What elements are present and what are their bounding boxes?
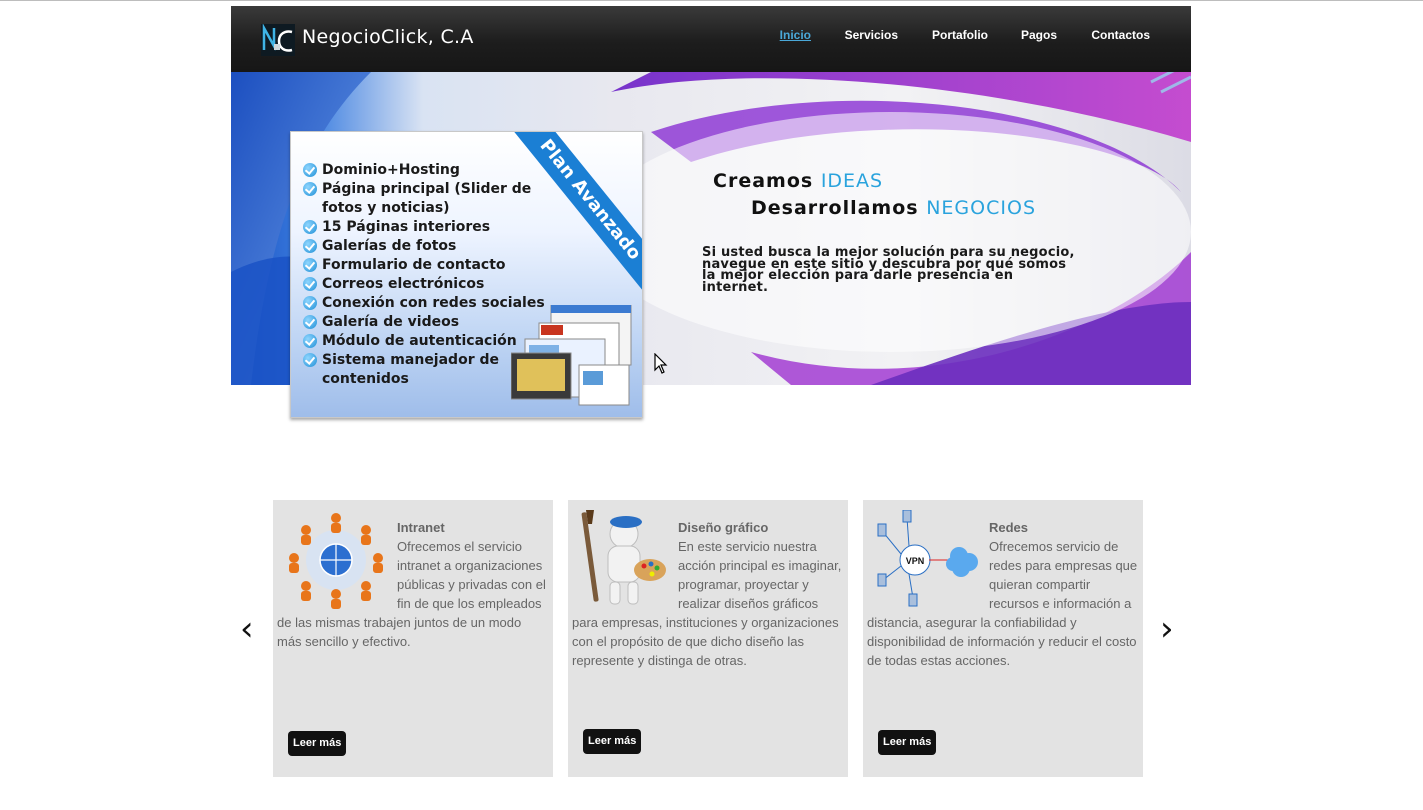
site-header: NegocioClick, C.A Inicio Servicios Porta… [231,6,1191,72]
service-card-redes: VPN Redes Ofrecemos servicio de redes pa… [863,500,1143,777]
painter-figure-icon [581,510,666,605]
plan-feature: Correos electrónicos [303,275,567,294]
logo-icon[interactable] [261,24,295,56]
check-icon [303,258,317,272]
check-icon [303,334,317,348]
service-title: Diseño gráfico [678,520,769,535]
headline-1-text: Creamos [713,170,814,192]
carousel-next-button[interactable]: › [1160,612,1174,646]
headline-1-highlight: IDEAS [820,170,884,192]
banner-headline-1: Creamos IDEAS [713,170,883,192]
service-card-content: Diseño gráfico En este servicio nuestra … [572,510,844,670]
headline-2-text: Desarrollamos [751,197,919,219]
vpn-network-icon: VPN [877,510,978,607]
check-icon [303,239,317,253]
service-title: Redes [989,520,1029,535]
intranet-people-network-icon [289,513,383,609]
plan-feature-label: Galerías de fotos [322,238,457,254]
nav-pagos[interactable]: Pagos [1021,28,1057,42]
nav-portafolio[interactable]: Portafolio [932,28,988,42]
website-screens-illustration [511,305,632,406]
check-icon [303,220,317,234]
plan-feature-label: Página principal (Slider de fotos y noti… [322,181,532,216]
carousel-prev-button[interactable]: ‹ [240,612,254,646]
plan-feature-label: Correos electrónicos [322,276,485,292]
top-border [0,0,1423,1]
check-icon [303,296,317,310]
check-icon [303,277,317,291]
plan-feature-label: Sistema manejador de contenidos [322,352,499,387]
check-icon [303,353,317,367]
read-more-button[interactable]: Leer más [288,731,347,756]
banner-headline-2: Desarrollamos NEGOCIOS [751,197,1036,219]
read-more-button[interactable]: Leer más [878,730,937,755]
plan-feature: Galerías de fotos [303,237,567,256]
plan-feature: Página principal (Slider de fotos y noti… [303,180,567,218]
read-more-button[interactable]: Leer más [583,729,642,754]
nav-inicio[interactable]: Inicio [780,28,811,42]
plan-feature-label: Formulario de contacto [322,257,506,273]
headline-2-highlight: NEGOCIOS [926,197,1037,219]
plan-feature: Formulario de contacto [303,256,567,275]
check-icon [303,315,317,329]
nav-contactos[interactable]: Contactos [1091,28,1150,42]
service-title: Intranet [397,520,445,535]
service-card-content: Intranet Ofrecemos el servicio intranet … [277,513,549,651]
plan-feature-label: 15 Páginas interiores [322,219,491,235]
service-card-content: VPN Redes Ofrecemos servicio de redes pa… [867,510,1139,670]
mouse-cursor-icon [654,353,668,374]
banner-intro-text: Si usted busca la mejor solución para su… [702,245,1075,295]
check-icon [303,182,317,196]
plan-feature-label: Dominio+Hosting [322,162,460,178]
service-card-diseno-grafico: Diseño gráfico En este servicio nuestra … [568,500,848,777]
service-card-intranet: Intranet Ofrecemos el servicio intranet … [273,500,553,777]
plan-feature-label: Galería de videos [322,314,460,330]
nav-servicios[interactable]: Servicios [845,28,898,42]
plan-avanzado-card[interactable]: Plan Avanzado Dominio+Hosting Página pri… [290,131,643,418]
site-name[interactable]: NegocioClick, C.A [302,26,474,48]
plan-feature: Dominio+Hosting [303,161,567,180]
vpn-label: VPN [906,556,925,566]
check-icon [303,163,317,177]
plan-feature: 15 Páginas interiores [303,218,567,237]
plan-feature-label: Módulo de autenticación [322,333,517,349]
